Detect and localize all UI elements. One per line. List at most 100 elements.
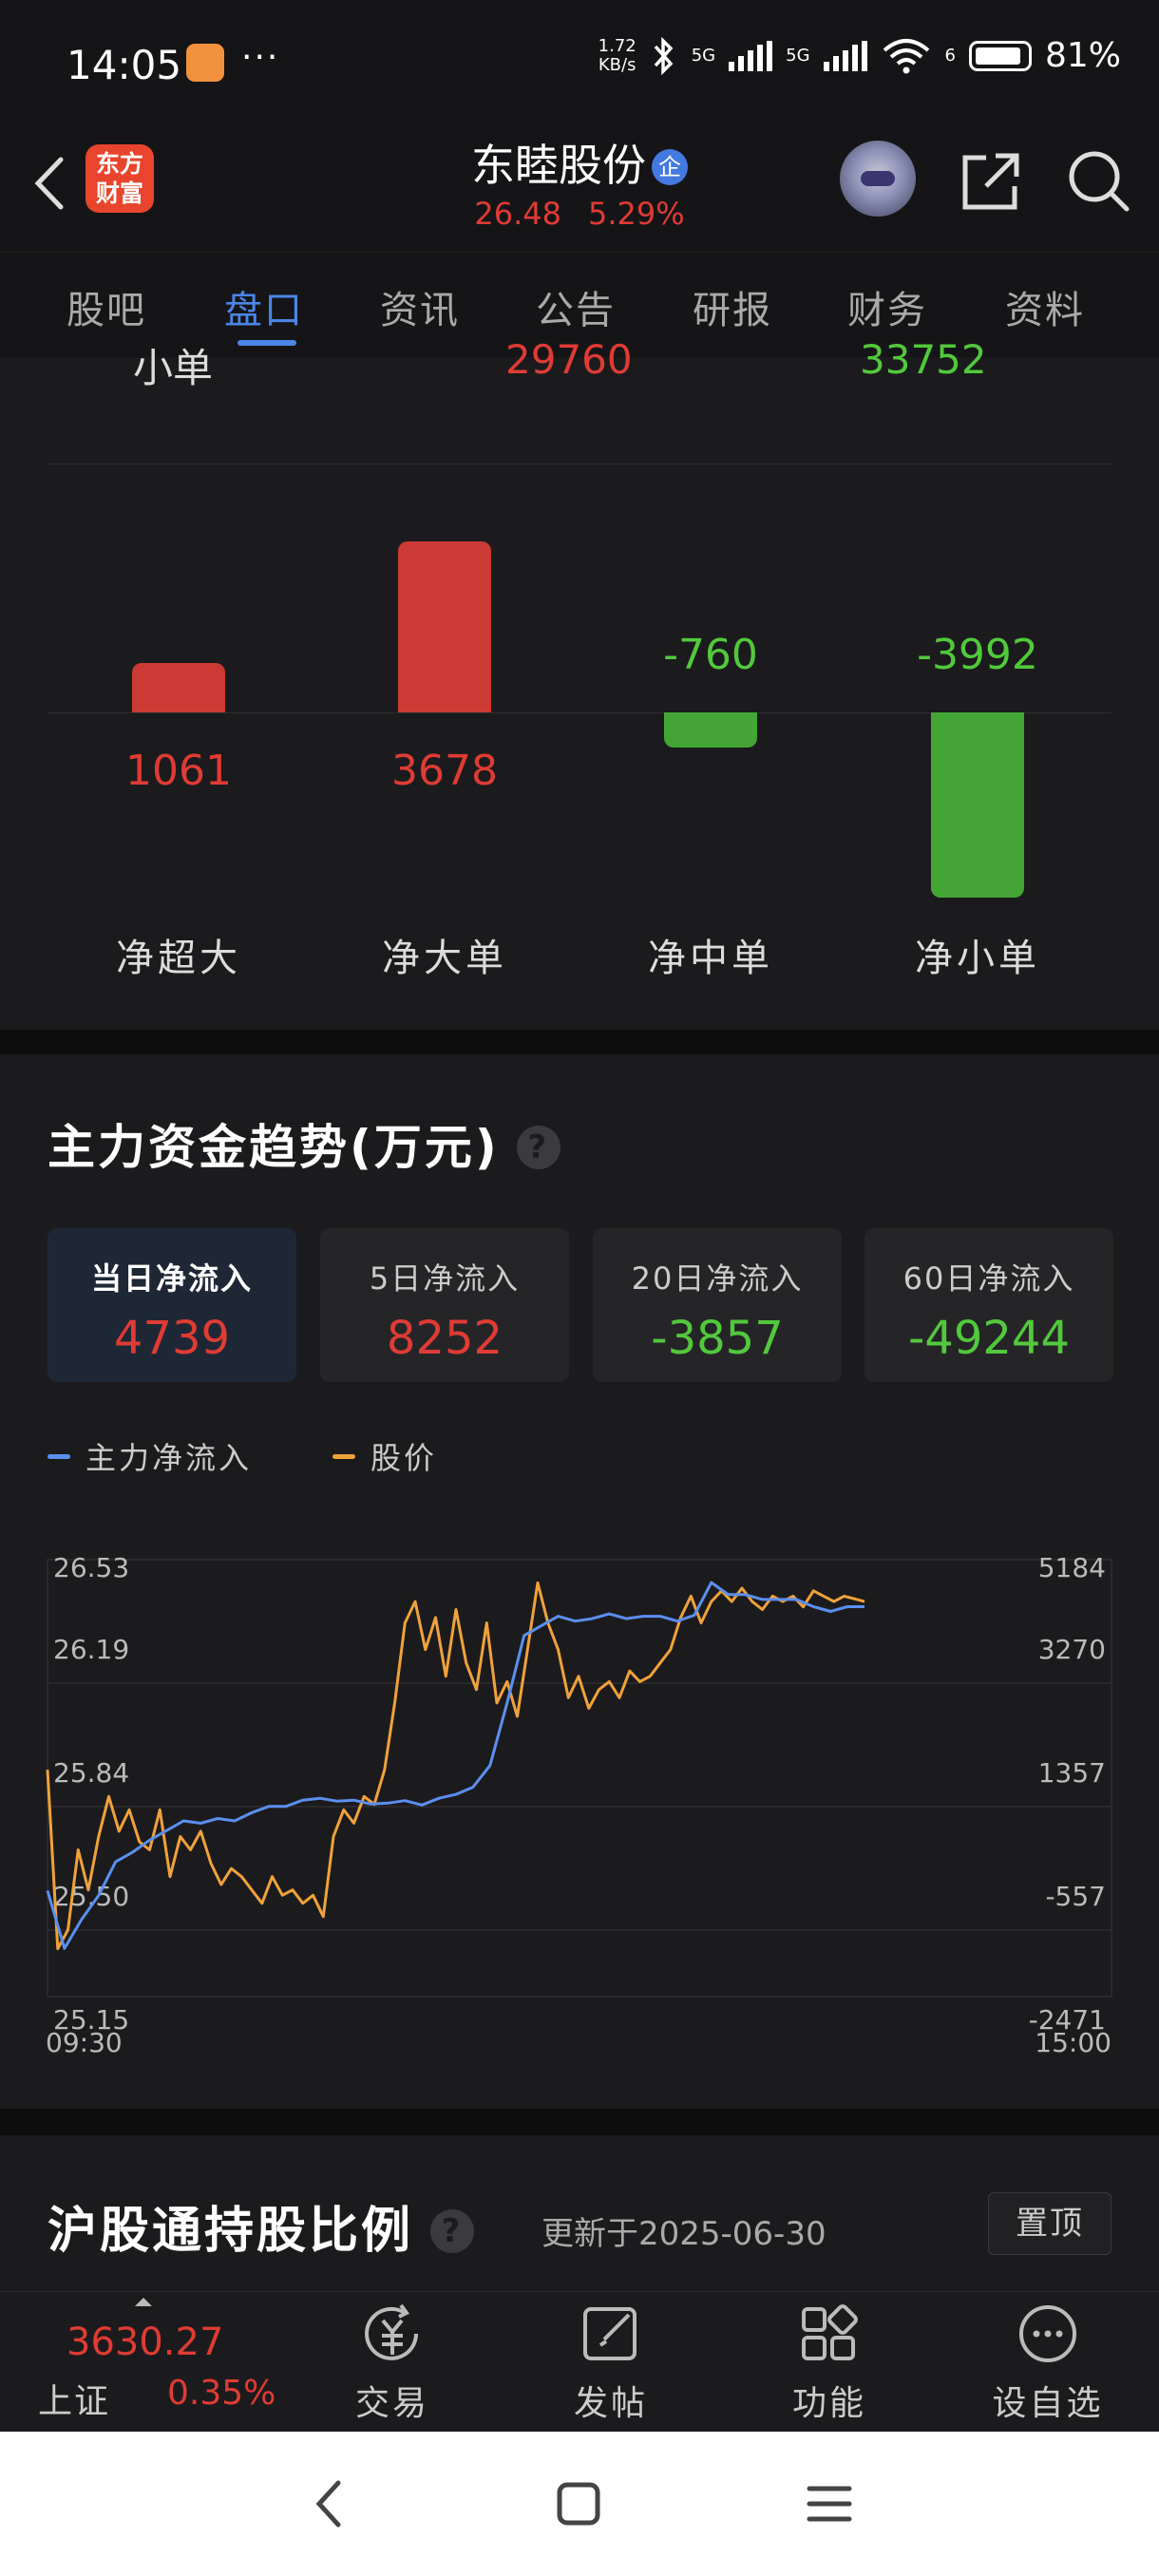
grid-icon — [802, 2304, 858, 2360]
legend-price: 股价 — [332, 1434, 437, 1478]
section-gap — [0, 1030, 1159, 1054]
index-name[interactable]: 上证 — [38, 2374, 110, 2423]
trend-title-text: 主力资金趋势(万元) — [48, 1120, 500, 1175]
system-home-icon[interactable] — [555, 2475, 602, 2532]
bar-2 — [664, 712, 757, 748]
partial-row-buy: 29760 — [505, 336, 633, 383]
bar-1 — [398, 541, 491, 712]
card-60day[interactable]: 60日净流入 -49244 — [864, 1228, 1113, 1382]
card-today[interactable]: 当日净流入 4739 — [48, 1228, 296, 1382]
index-pct[interactable]: 0.35% — [167, 2374, 276, 2413]
tab-guba[interactable]: 股吧 — [66, 279, 146, 334]
capital-trend-section: 主力资金趋势(万元)? 当日净流入 4739 5日净流入 8252 20日净流入… — [0, 1054, 1159, 2109]
status-time: 14:05 — [66, 42, 182, 88]
hk-help-icon[interactable]: ? — [430, 2209, 475, 2253]
chart-frame — [47, 1559, 1112, 1998]
more-notifications-icon: ··· — [241, 38, 280, 77]
card-20day-value: -3857 — [651, 1312, 784, 1365]
post-icon — [583, 2307, 636, 2360]
card-60day-value: -49244 — [907, 1312, 1070, 1365]
bar-label-3: 净小单 — [915, 937, 1040, 980]
legend-flow-swatch — [48, 1454, 70, 1459]
price-series-line — [46, 1581, 865, 1951]
tab-news[interactable]: 资讯 — [380, 279, 460, 334]
index-value[interactable]: 3630.27 — [66, 2320, 223, 2364]
stock-change-pct: 5.29% — [587, 196, 685, 232]
active-tab-indicator — [238, 340, 296, 346]
nav-trade[interactable]: 交易 — [312, 2301, 473, 2425]
trend-chart[interactable]: 26.53 26.19 25.84 25.50 25.15 5184 3270 1357 -55… — [0, 1520, 1159, 2109]
flow-series-line — [46, 1581, 864, 1950]
wifi-icon — [883, 38, 929, 73]
card-today-label: 当日净流入 — [90, 1260, 253, 1297]
notification-app-icon — [186, 44, 224, 82]
index-expand-icon[interactable] — [135, 2298, 152, 2306]
pin-button[interactable]: 置顶 — [988, 2192, 1112, 2255]
system-menu-icon[interactable] — [806, 2475, 853, 2532]
signal-bars-2-icon — [823, 40, 867, 71]
nav-add-watchlist[interactable]: 设自选 — [967, 2301, 1129, 2425]
card-5day-value: 8252 — [386, 1312, 504, 1365]
system-back-icon[interactable] — [306, 2475, 353, 2532]
bar-3 — [931, 712, 1024, 899]
trade-icon — [365, 2303, 418, 2360]
search-icon[interactable] — [1064, 146, 1132, 215]
nav-add-watchlist-label: 设自选 — [992, 2384, 1104, 2423]
card-20day[interactable]: 20日净流入 -3857 — [593, 1228, 842, 1382]
trend-title: 主力资金趋势(万元)? — [48, 1109, 560, 1178]
left-tick-1: 26.19 — [53, 1634, 129, 1665]
legend-price-swatch — [332, 1454, 355, 1459]
section-gap-2 — [0, 2109, 1159, 2135]
bluetooth-icon — [654, 36, 674, 75]
battery-icon — [968, 40, 1032, 71]
partial-row-sell: 33752 — [860, 336, 987, 383]
right-tick-2: 1357 — [1038, 1757, 1106, 1789]
right-tick-0: 5184 — [1038, 1552, 1106, 1583]
status-bar: 14:05 ··· 1.72 KB/s 5G 5G 6 81% — [0, 0, 1159, 123]
battery-percent: 81% — [1044, 36, 1121, 75]
bottom-toolbar: 3630.27 上证 0.35% 交易 发帖 功能 设自选 — [0, 2291, 1159, 2433]
sim2-label: 5G — [786, 46, 810, 66]
nav-post[interactable]: 发帖 — [530, 2301, 692, 2425]
hk-holding-section: 沪股通持股比例? 更新于2025-06-30 置顶 — [0, 2135, 1159, 2292]
trend-chart-svg: 26.5326.1925.8425.5025.15518432701357-55… — [46, 1552, 1112, 2058]
bar-0 — [132, 663, 225, 712]
more-circle-icon — [1019, 2305, 1076, 2362]
hk-title-text: 沪股通持股比例 — [48, 2203, 414, 2260]
card-60day-label: 60日净流入 — [902, 1260, 1075, 1297]
network-speed-value: 1.72 — [598, 35, 636, 56]
nav-functions-label: 功能 — [791, 2384, 866, 2423]
network-speed: 1.72 KB/s — [598, 35, 636, 75]
help-icon[interactable]: ? — [516, 1126, 560, 1169]
card-5day-label: 5日净流入 — [369, 1260, 521, 1297]
system-nav-bar — [0, 2432, 1159, 2576]
bar-label-1: 净大单 — [382, 937, 507, 980]
bar-value-2: -760 — [663, 631, 758, 679]
stock-header: 东方 财富 东睦股份企 26.48 5.29% — [0, 123, 1159, 252]
network-speed-unit: KB/s — [598, 54, 636, 75]
bar-value-1: 3678 — [391, 747, 498, 795]
enterprise-badge: 企 — [652, 149, 688, 185]
wifi-badge: 6 — [944, 46, 956, 66]
tab-pankou[interactable]: 盘口 — [224, 279, 304, 334]
card-5day[interactable]: 5日净流入 8252 — [320, 1228, 569, 1382]
right-tick-1: 3270 — [1038, 1634, 1106, 1665]
stock-price: 26.48 — [474, 196, 561, 232]
tab-announcement[interactable]: 公告 — [536, 279, 616, 334]
nav-trade-label: 交易 — [354, 2384, 429, 2423]
tab-profile[interactable]: 资料 — [1005, 279, 1085, 334]
tab-research[interactable]: 研报 — [693, 279, 772, 334]
signal-bars-icon — [729, 40, 773, 71]
legend-flow: 主力净流入 — [48, 1434, 252, 1478]
nav-post-label: 发帖 — [573, 2384, 648, 2423]
tab-finance[interactable]: 财务 — [847, 279, 927, 334]
left-tick-0: 26.53 — [53, 1552, 129, 1583]
bar-value-3: -3992 — [917, 631, 1038, 679]
stock-name: 东睦股份 — [471, 140, 646, 191]
legend-flow-label: 主力净流入 — [86, 1440, 253, 1476]
assistant-avatar-icon[interactable] — [840, 141, 916, 217]
card-20day-label: 20日净流入 — [631, 1260, 804, 1297]
nav-functions[interactable]: 功能 — [749, 2301, 910, 2425]
bar-label-2: 净中单 — [648, 937, 773, 980]
share-icon[interactable] — [958, 148, 1024, 215]
